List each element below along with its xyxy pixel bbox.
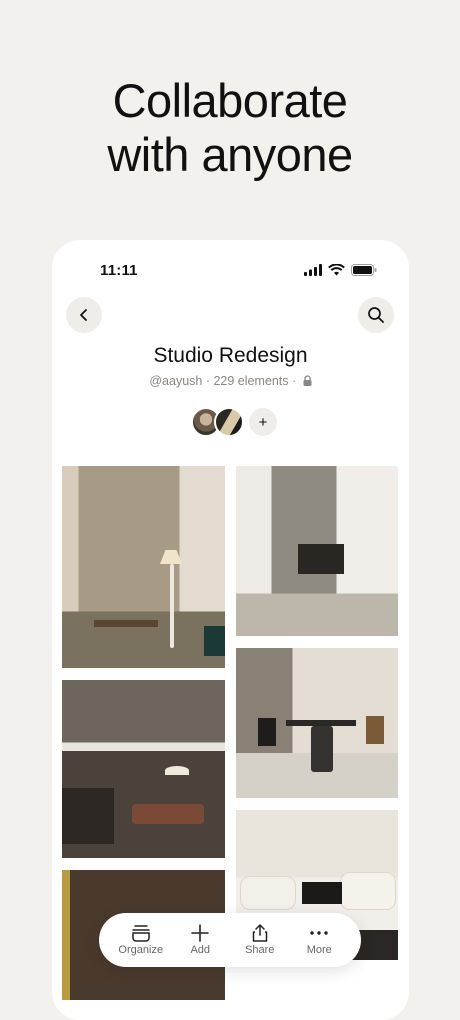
share-button[interactable]: Share [234, 924, 286, 956]
more-button[interactable]: More [293, 924, 345, 956]
add-collaborator-button[interactable]: + [249, 408, 277, 436]
status-icons [304, 264, 377, 276]
status-bar: 11:11 [52, 240, 409, 300]
image-detail [204, 626, 225, 656]
image-detail [302, 882, 342, 904]
image-detail [170, 564, 174, 648]
board-title: Studio Redesign [153, 344, 308, 367]
image-detail [165, 766, 189, 775]
wifi-icon [328, 264, 345, 276]
phone-mockup: 11:11 Studio Redesign @aayush · 229 elem… [52, 240, 409, 1020]
signal-icon [304, 264, 322, 276]
collaborators: + [191, 407, 277, 437]
board-meta: @aayush · 229 elements · [52, 374, 409, 388]
image-detail [340, 872, 396, 910]
image-detail [298, 544, 344, 574]
image-detail [160, 550, 182, 564]
status-time: 11:11 [100, 262, 138, 279]
organize-button[interactable]: Organize [115, 924, 167, 956]
image-tile[interactable] [62, 680, 225, 858]
add-button[interactable]: Add [174, 924, 226, 956]
bottom-toolbar: Organize Add Share More [99, 913, 361, 967]
search-button[interactable] [358, 297, 394, 333]
image-detail [366, 716, 384, 744]
battery-icon [351, 264, 377, 276]
more-icon [310, 931, 328, 935]
lock-icon [303, 375, 312, 386]
board-meta-text: @aayush · 229 elements · [149, 374, 297, 388]
image-detail [132, 804, 204, 824]
share-label: Share [245, 944, 275, 956]
image-tile[interactable] [236, 648, 398, 798]
headline: Collaborate with anyone [0, 74, 460, 182]
headline-line-1: Collaborate [112, 74, 348, 127]
image-detail [62, 788, 114, 844]
search-icon [368, 307, 384, 323]
back-button[interactable] [66, 297, 102, 333]
image-detail [94, 620, 158, 627]
share-icon [252, 924, 267, 942]
image-detail [258, 718, 276, 746]
image-detail [240, 876, 296, 910]
headline-line-2: with anyone [107, 128, 353, 181]
organize-label: Organize [118, 944, 164, 956]
image-tile[interactable] [236, 466, 398, 636]
plus-icon [191, 924, 210, 942]
image-tile[interactable] [62, 466, 225, 668]
chevron-left-icon [80, 309, 87, 321]
image-detail [311, 726, 333, 772]
organize-icon [132, 925, 150, 942]
avatar[interactable] [214, 407, 244, 437]
more-label: More [306, 944, 332, 956]
add-label: Add [190, 944, 211, 956]
